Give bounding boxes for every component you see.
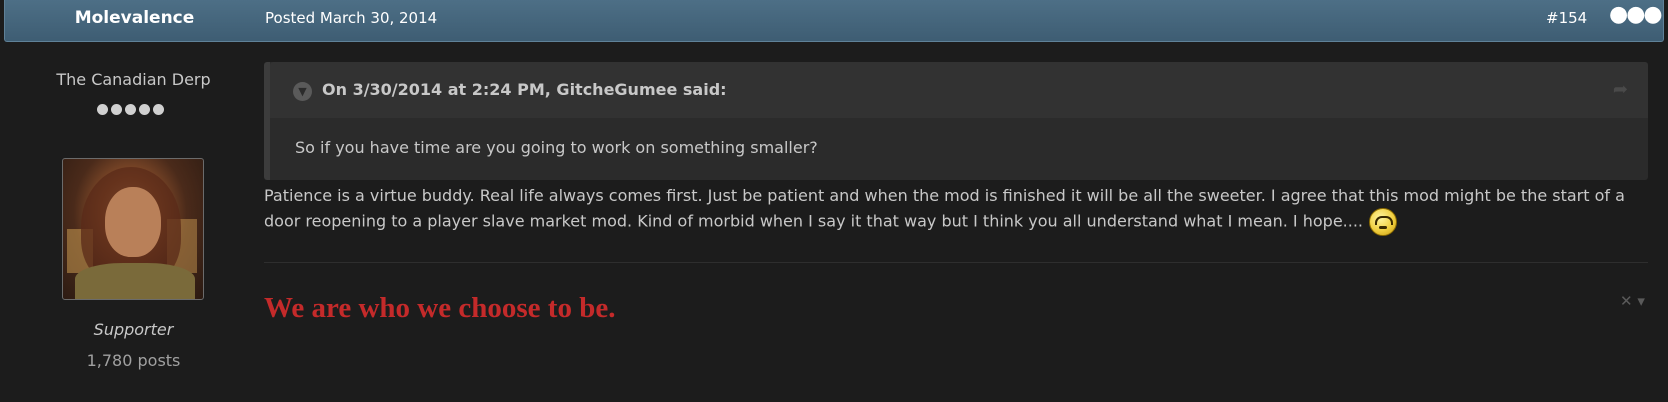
author-panel: The Canadian Derp Supporter 1,780 posts (0, 42, 267, 402)
signature-divider (264, 262, 1648, 263)
rank-pip (125, 104, 136, 115)
chevron-down-icon[interactable]: ▼ (293, 82, 312, 101)
post-number-link[interactable]: #154 (1546, 9, 1587, 27)
share-arrow-icon[interactable]: ➦ (1613, 79, 1628, 100)
avatar-dress (75, 263, 195, 299)
post-body: Patience is a virtue buddy. Real life al… (264, 183, 1654, 236)
quote-citation[interactable]: On 3/30/2014 at 2:24 PM, GitcheGumee sai… (322, 80, 727, 99)
quote-header: ▼ On 3/30/2014 at 2:24 PM, GitcheGumee s… (270, 62, 1648, 118)
rank-pip (111, 104, 122, 115)
posted-date[interactable]: Posted March 30, 2014 (265, 9, 437, 27)
signature-text: We are who we choose to be. (264, 292, 616, 324)
quote-block: ▼ On 3/30/2014 at 2:24 PM, GitcheGumee s… (264, 62, 1648, 180)
more-dots-icon[interactable]: ●●● (1609, 2, 1663, 27)
post-header: Molevalence Posted March 30, 2014 #154 ●… (4, 0, 1664, 42)
post-count: 1,780 posts (86, 351, 181, 370)
author-name-link[interactable]: Molevalence (5, 8, 264, 28)
rank-pip (139, 104, 150, 115)
post-body-text: Patience is a virtue buddy. Real life al… (264, 186, 1625, 231)
rank-pip (97, 104, 108, 115)
confused-smiley-icon (1369, 208, 1398, 236)
rank-pip (153, 104, 164, 115)
member-role: Supporter (93, 320, 174, 339)
rank-pips (97, 104, 164, 115)
signature-close-icon[interactable]: ✕ ▾ (1620, 292, 1645, 310)
avatar-face (105, 187, 161, 257)
author-title: The Canadian Derp (56, 70, 211, 89)
avatar[interactable] (62, 158, 204, 300)
quote-text: So if you have time are you going to wor… (295, 138, 818, 157)
